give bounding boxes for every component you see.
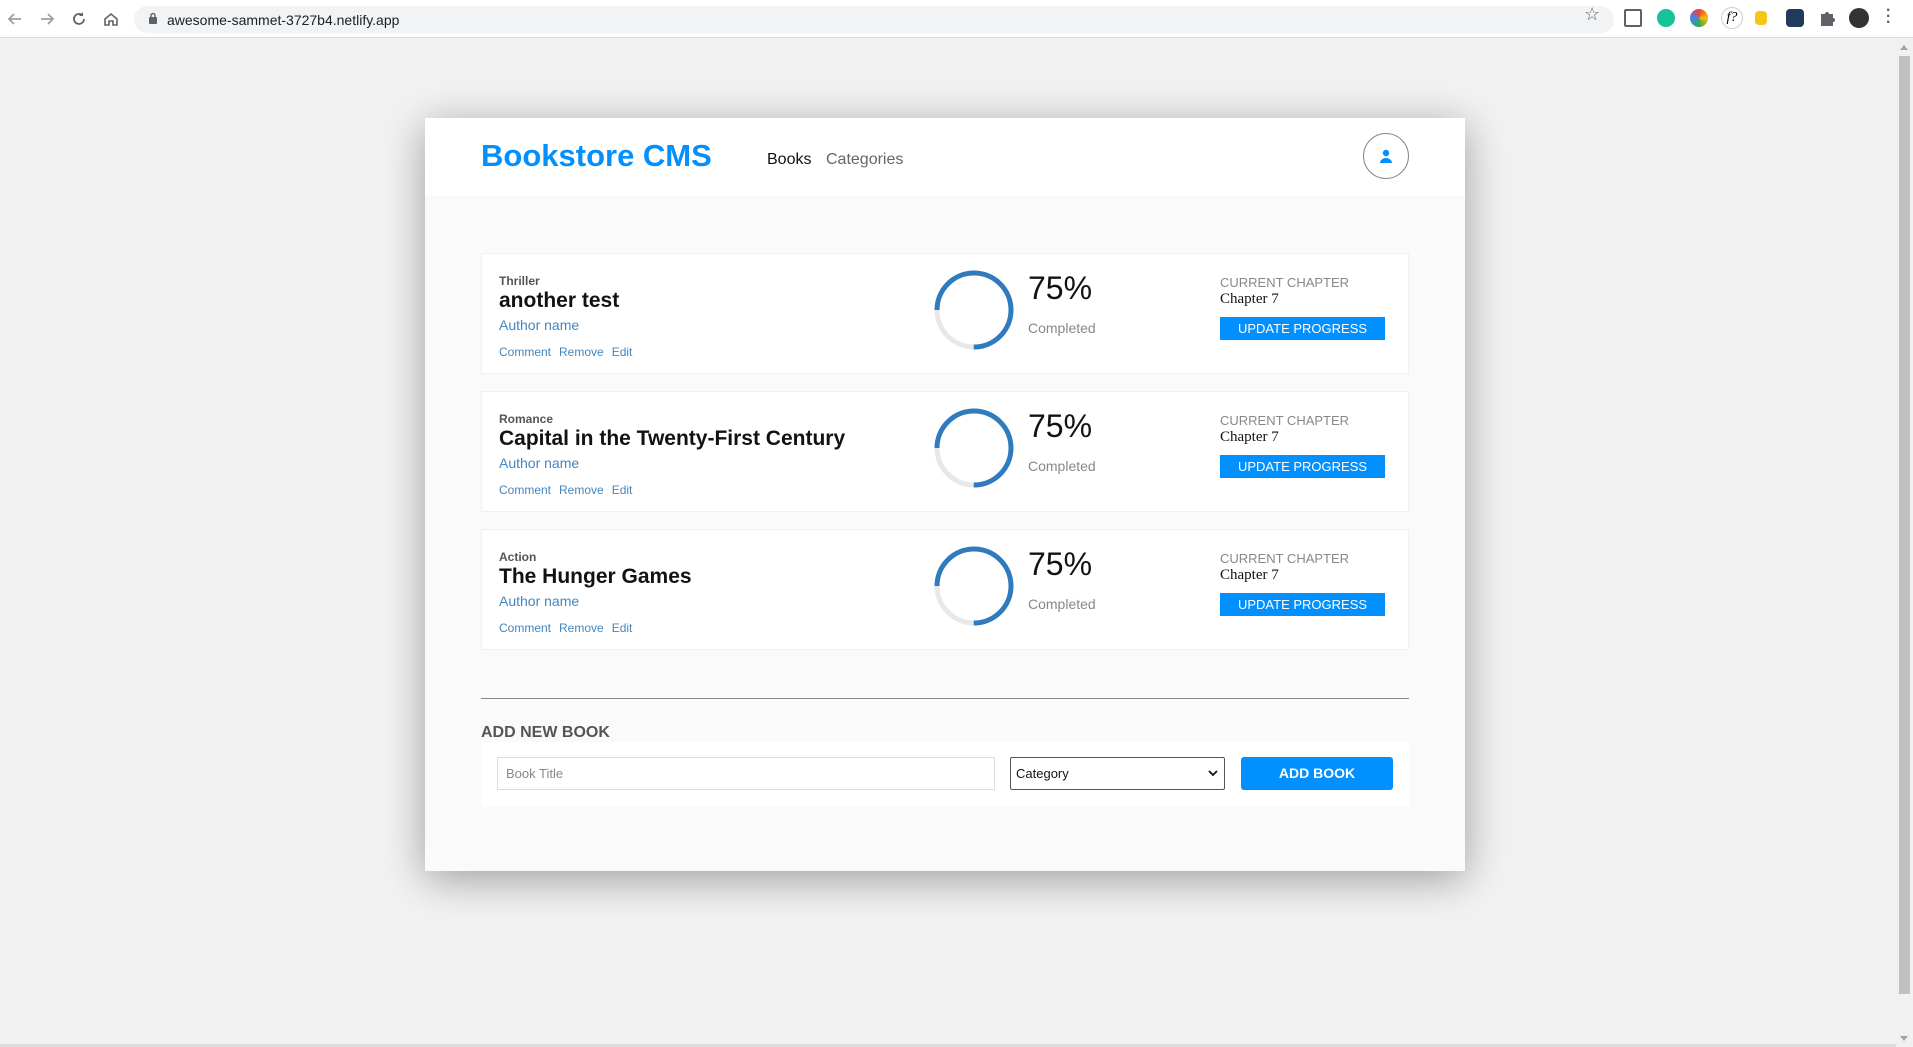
update-progress-button[interactable]: UPDATE PROGRESS [1220,317,1385,340]
grammarly-icon[interactable] [1657,9,1675,27]
page-scrollbar[interactable] [1896,38,1913,1047]
lock-icon [148,12,158,30]
book-title: another test [499,289,620,312]
comment-link[interactable]: Comment [499,345,551,359]
book-title: The Hunger Games [499,565,692,588]
remove-link[interactable]: Remove [559,483,604,497]
book-actions: Comment Remove Edit [499,483,640,497]
progress-ring [934,270,1014,350]
book-card: Thriller another test Author name Commen… [481,253,1409,374]
back-icon[interactable] [2,6,28,32]
address-bar[interactable]: awesome-sammet-3727b4.netlify.app [134,6,1614,33]
category-select-value: Category [1016,766,1069,781]
app-header: Bookstore CMS Books Categories [425,118,1465,196]
qr-extension-icon[interactable] [1624,9,1642,27]
book-title: Capital in the Twenty-First Century [499,427,846,450]
profile-avatar-icon[interactable] [1849,8,1869,28]
update-progress-button[interactable]: UPDATE PROGRESS [1220,455,1385,478]
progress-ring [934,546,1014,626]
progress-ring [934,408,1014,488]
progress-percent: 75% [1028,546,1093,582]
edit-link[interactable]: Edit [612,345,633,359]
edit-link[interactable]: Edit [612,621,633,635]
bookmark-star-icon[interactable]: ☆ [1584,4,1600,25]
progress-percent: 75% [1028,408,1093,444]
update-progress-button[interactable]: UPDATE PROGRESS [1220,593,1385,616]
completed-label: Completed [1028,596,1096,612]
nav-books-link[interactable]: Books [767,151,811,169]
book-author[interactable]: Author name [499,593,579,609]
scroll-thumb[interactable] [1899,56,1910,994]
color-extension-icon[interactable] [1690,9,1708,27]
url-text: awesome-sammet-3727b4.netlify.app [167,12,400,28]
scroll-down-icon[interactable] [1900,1036,1908,1041]
user-avatar-button[interactable] [1363,133,1409,179]
current-chapter-label: CURRENT CHAPTER [1220,551,1350,566]
add-book-heading: ADD NEW BOOK [481,724,610,741]
section-divider [481,698,1409,699]
book-category: Romance [499,412,554,426]
reload-icon[interactable] [66,6,92,32]
remove-link[interactable]: Remove [559,345,604,359]
current-chapter: Chapter 7 [1220,291,1279,307]
edit-link[interactable]: Edit [612,483,633,497]
book-author[interactable]: Author name [499,317,579,333]
progress-percent: 75% [1028,270,1093,306]
completed-label: Completed [1028,458,1096,474]
forward-icon[interactable] [34,6,60,32]
add-book-button[interactable]: ADD BOOK [1241,757,1393,790]
browser-menu-icon[interactable]: · · · [1886,3,1891,31]
home-icon[interactable] [98,6,124,32]
remove-link[interactable]: Remove [559,621,604,635]
user-icon [1380,149,1392,163]
notes-extension-icon[interactable] [1755,11,1767,25]
chevron-down-icon [1208,770,1218,777]
book-actions: Comment Remove Edit [499,345,640,359]
current-chapter-label: CURRENT CHAPTER [1220,413,1350,428]
extensions-puzzle-icon[interactable] [1818,9,1836,27]
current-chapter: Chapter 7 [1220,429,1279,445]
font-extension-icon[interactable]: f? [1721,7,1743,29]
book-category: Thriller [499,274,540,288]
comment-link[interactable]: Comment [499,621,551,635]
book-category: Action [499,550,537,564]
current-chapter: Chapter 7 [1220,567,1279,583]
app-logo[interactable]: Bookstore CMS [481,138,712,174]
nav-categories-link[interactable]: Categories [826,151,903,169]
current-chapter-label: CURRENT CHAPTER [1220,275,1350,290]
browser-toolbar: awesome-sammet-3727b4.netlify.app ☆ f? ·… [0,0,1913,38]
completed-label: Completed [1028,320,1096,336]
react-devtools-icon[interactable] [1786,9,1804,27]
book-card: Action The Hunger Games Author name Comm… [481,529,1409,650]
book-title-input[interactable]: Book Title [497,757,995,790]
comment-link[interactable]: Comment [499,483,551,497]
category-select[interactable]: Category [1010,757,1225,790]
scroll-up-icon[interactable] [1900,45,1908,50]
book-card: Romance Capital in the Twenty-First Cent… [481,391,1409,512]
book-author[interactable]: Author name [499,455,579,471]
bookstore-panel: Bookstore CMS Books Categories Thriller … [425,118,1465,871]
book-actions: Comment Remove Edit [499,621,640,635]
add-book-form: Book Title Category ADD BOOK [481,742,1409,807]
